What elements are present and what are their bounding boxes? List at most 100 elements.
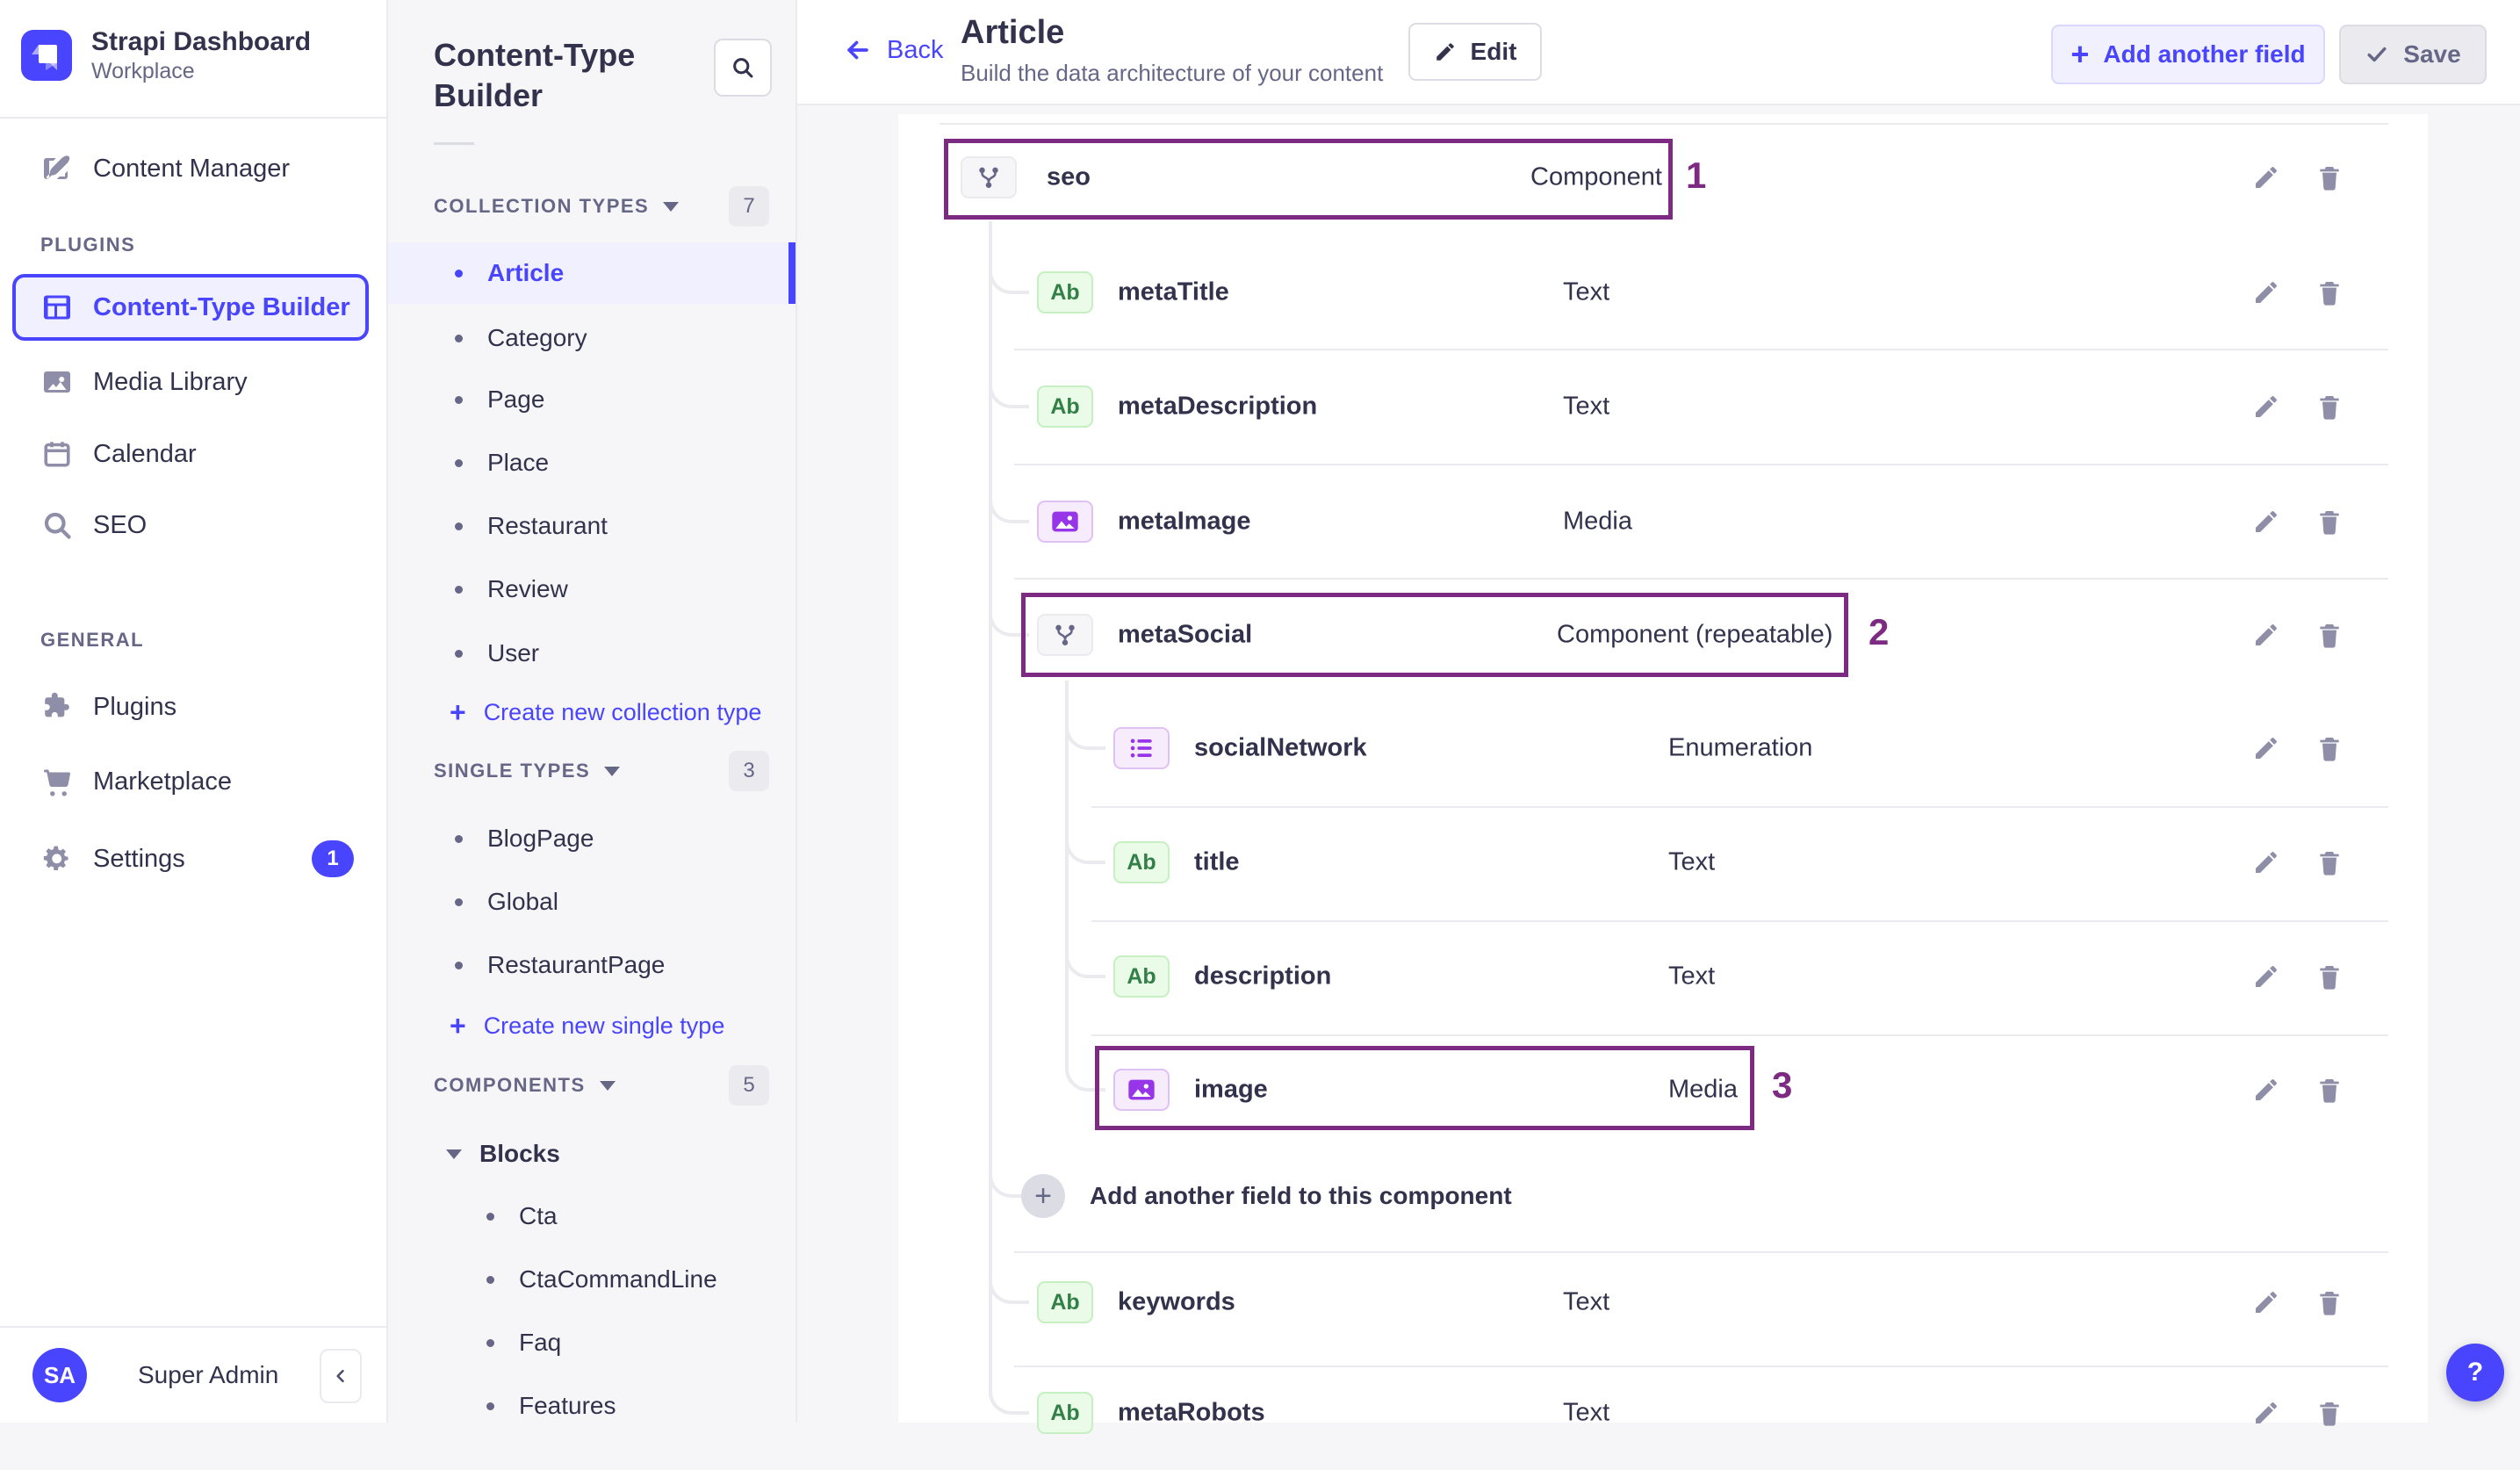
avatar[interactable]: SA xyxy=(32,1348,87,1402)
subnav-item-article[interactable]: Article xyxy=(388,242,796,304)
field-row-socialnetwork[interactable]: socialNetwork Enumeration xyxy=(898,691,2428,805)
divider xyxy=(434,142,474,145)
edit-field-button[interactable] xyxy=(2249,389,2284,424)
edit-field-button[interactable] xyxy=(2249,1395,2284,1430)
edit-field-button[interactable] xyxy=(2249,845,2284,880)
chevron-left-icon xyxy=(332,1367,349,1385)
subnav-item-page[interactable]: Page xyxy=(455,373,544,426)
edit-field-button[interactable] xyxy=(2249,731,2284,766)
delete-field-button[interactable] xyxy=(2312,617,2347,652)
edit-field-button[interactable] xyxy=(2249,160,2284,195)
subnav-item-blogpage[interactable]: BlogPage xyxy=(455,812,594,865)
text-field-icon: Ab xyxy=(1113,955,1170,998)
delete-field-button[interactable] xyxy=(2312,275,2347,310)
strapi-logo-icon xyxy=(21,30,72,81)
sidebar-item-content-type-builder[interactable]: Content-Type Builder xyxy=(12,274,369,341)
bullet-icon xyxy=(486,1402,494,1410)
save-button[interactable]: Save xyxy=(2339,25,2487,84)
bullet-icon xyxy=(455,649,463,658)
component-group-blocks[interactable]: Blocks xyxy=(446,1128,560,1180)
sidebar-item-content-manager[interactable]: Content Manager xyxy=(40,141,290,197)
delete-field-button[interactable] xyxy=(2312,1395,2347,1430)
subnav-item-cta[interactable]: Cta xyxy=(486,1190,558,1243)
create-collection-type-link[interactable]: + Create new collection type xyxy=(450,686,761,739)
field-type: Media xyxy=(1668,1075,1738,1104)
edit-field-button[interactable] xyxy=(2249,959,2284,994)
save-label: Save xyxy=(2403,40,2461,68)
add-another-field-button[interactable]: + Add another field xyxy=(2051,25,2325,84)
delete-field-button[interactable] xyxy=(2312,389,2347,424)
field-row-keywords[interactable]: Ab keywords Text xyxy=(898,1245,2428,1359)
edit-field-button[interactable] xyxy=(2249,1072,2284,1107)
subnav-item-global[interactable]: Global xyxy=(455,876,558,928)
sidebar-item-calendar[interactable]: Calendar xyxy=(40,426,197,482)
bullet-icon xyxy=(455,522,463,530)
add-field-to-component-button[interactable]: + Add another field to this component xyxy=(1021,1139,1512,1253)
field-row-metarobots[interactable]: Ab metaRobots Text xyxy=(898,1356,2428,1470)
settings-notification-badge: 1 xyxy=(312,840,354,877)
subnav-item-label: Cta xyxy=(519,1202,558,1229)
check-icon xyxy=(2365,42,2389,67)
field-row-metatitle[interactable]: Ab metaTitle Text xyxy=(898,235,2428,349)
field-row-metasocial[interactable]: metaSocial Component (repeatable) xyxy=(898,578,2428,692)
subnav-item-restaurantpage[interactable]: RestaurantPage xyxy=(455,939,665,991)
sidebar-item-media-library[interactable]: Media Library xyxy=(40,354,248,410)
delete-field-button[interactable] xyxy=(2312,504,2347,539)
delete-field-button[interactable] xyxy=(2312,1285,2347,1320)
link-label: Create new single type xyxy=(483,1012,725,1039)
annotation-number-2: 2 xyxy=(1868,611,1890,652)
subnav-item-label: Restaurant xyxy=(487,512,608,539)
delete-field-button[interactable] xyxy=(2312,959,2347,994)
back-button[interactable]: Back xyxy=(843,35,943,65)
subnav-item-features[interactable]: Features xyxy=(486,1380,616,1432)
field-row-metaimage[interactable]: metaImage Media xyxy=(898,465,2428,579)
section-label: COLLECTION TYPES xyxy=(434,195,650,217)
subnav-item-ctacommandline[interactable]: CtaCommandLine xyxy=(486,1253,717,1306)
edit-field-button[interactable] xyxy=(2249,504,2284,539)
sidebar-item-marketplace[interactable]: Marketplace xyxy=(40,753,232,810)
sidebar-item-settings[interactable]: Settings xyxy=(40,831,185,887)
edit-field-button[interactable] xyxy=(2249,275,2284,310)
subnav-item-faq[interactable]: Faq xyxy=(486,1316,561,1369)
field-row-seo[interactable]: seo Component xyxy=(898,120,2428,234)
field-type: Text xyxy=(1563,1398,1610,1427)
workspace-name: Workplace xyxy=(91,59,195,83)
add-field-label: Add another field xyxy=(2103,40,2306,68)
bullet-icon xyxy=(486,1212,494,1221)
field-row-description[interactable]: Ab description Text xyxy=(898,919,2428,1034)
collection-types-header[interactable]: COLLECTION TYPES xyxy=(434,195,680,218)
field-row-metadescription[interactable]: Ab metaDescription Text xyxy=(898,349,2428,464)
create-single-type-link[interactable]: + Create new single type xyxy=(450,999,724,1052)
search-icon xyxy=(731,55,755,80)
edit-field-button[interactable] xyxy=(2249,617,2284,652)
edit-label: Edit xyxy=(1470,38,1517,65)
search-button[interactable] xyxy=(714,39,772,97)
subnav-item-restaurant[interactable]: Restaurant xyxy=(455,500,608,552)
field-row-title[interactable]: Ab title Text xyxy=(898,805,2428,919)
delete-field-button[interactable] xyxy=(2312,731,2347,766)
edit-button[interactable]: Edit xyxy=(1408,23,1542,81)
sidebar-item-seo[interactable]: SEO xyxy=(40,497,147,553)
subnav-item-label: RestaurantPage xyxy=(487,951,666,978)
link-label: Create new collection type xyxy=(483,698,762,725)
subnav-item-place[interactable]: Place xyxy=(455,436,549,489)
field-row-image[interactable]: image Media xyxy=(898,1033,2428,1147)
plus-circle-icon: + xyxy=(1021,1174,1065,1218)
subnav-item-review[interactable]: Review xyxy=(455,563,568,616)
delete-field-button[interactable] xyxy=(2312,1072,2347,1107)
media-field-icon xyxy=(1037,501,1093,543)
bullet-icon xyxy=(455,458,463,467)
edit-field-button[interactable] xyxy=(2249,1285,2284,1320)
help-button[interactable]: ? xyxy=(2446,1344,2504,1402)
components-header[interactable]: COMPONENTS xyxy=(434,1074,616,1097)
single-types-header[interactable]: SINGLE TYPES xyxy=(434,760,621,782)
sidebar-item-label: Content-Type Builder xyxy=(93,292,350,321)
media-field-icon xyxy=(1113,1069,1170,1111)
collapse-sidebar-button[interactable] xyxy=(320,1349,362,1403)
subnav-item-user[interactable]: User xyxy=(455,627,539,680)
delete-field-button[interactable] xyxy=(2312,845,2347,880)
subnav-item-category[interactable]: Category xyxy=(455,312,587,364)
sidebar-item-plugins[interactable]: Plugins xyxy=(40,679,176,735)
delete-field-button[interactable] xyxy=(2312,160,2347,195)
page-header: Back Article Build the data architecture… xyxy=(797,0,2520,105)
